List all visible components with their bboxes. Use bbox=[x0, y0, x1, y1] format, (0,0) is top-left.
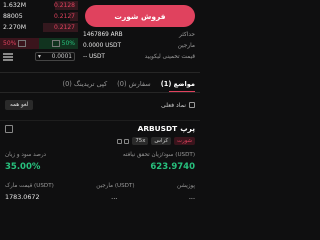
depth-controls: ▾ 0.0001 bbox=[0, 51, 78, 62]
unrealized-pnl-label: سود/زیان تحقق نیافته (USDT) bbox=[122, 152, 195, 158]
order-book-row[interactable]: 1.632M 0.2128 bbox=[0, 0, 78, 11]
share-icon[interactable] bbox=[5, 125, 13, 133]
order-book-row[interactable]: 88005 0.2127 bbox=[0, 11, 78, 22]
max-amount-row: 1467869 ARB حداکثر bbox=[83, 32, 195, 38]
tab-copy-trading[interactable]: کپی تریدینگ (0) bbox=[62, 80, 107, 88]
sell-short-button[interactable]: فروش شورت bbox=[85, 5, 195, 27]
order-amount: 1.632M bbox=[3, 2, 27, 9]
order-price: 0.2127 bbox=[54, 13, 75, 20]
tab-bar: مواضع (1) سفارش (0) کپی تریدینگ (0) bbox=[0, 77, 200, 91]
divider bbox=[0, 120, 200, 121]
sell-ratio: 50% bbox=[0, 38, 39, 49]
leverage-badge[interactable]: 75x bbox=[132, 137, 149, 145]
margin-value: 0.0000 USDT bbox=[83, 43, 122, 49]
max-amount-value: 1467869 ARB bbox=[83, 32, 123, 38]
margin-label: مارجین bbox=[177, 43, 195, 49]
order-book: 1.632M 0.2128 88005 0.2127 2.270M 0.2127 bbox=[0, 0, 78, 33]
liquidation-label: قیمت تخمینی لیکویید bbox=[144, 54, 195, 60]
order-amount: 88005 bbox=[3, 13, 23, 20]
sell-percent: 50% bbox=[3, 40, 17, 47]
side-badge: شورت bbox=[174, 137, 195, 145]
order-book-row[interactable]: 2.270M 0.2127 bbox=[0, 22, 78, 33]
order-book-layout-icon[interactable] bbox=[3, 52, 13, 61]
margin-row: 0.0000 USDT مارجین bbox=[83, 43, 195, 49]
filter-row: نماد فعلی لغو همه bbox=[5, 99, 195, 111]
order-amount: 2.270M bbox=[3, 24, 27, 31]
unrealized-pnl-value: 623.9740 bbox=[150, 162, 195, 172]
checkbox-icon bbox=[189, 102, 195, 108]
pnl-values: 35.00% 623.9740 bbox=[5, 162, 195, 172]
divider bbox=[0, 92, 200, 93]
depth-select[interactable]: ▾ 0.0001 bbox=[35, 52, 75, 61]
mark-price-value: 1783.0672 bbox=[5, 193, 40, 201]
margin-mode-badge: کراس bbox=[151, 137, 172, 145]
position-detail-labels: قیمت مارک (USDT) مارجین (USDT) پوزیشن bbox=[5, 183, 195, 189]
position-title[interactable]: پرپ ARBUSDT bbox=[138, 124, 195, 133]
ratio-icon bbox=[18, 40, 27, 47]
tab-orders[interactable]: سفارش (0) bbox=[117, 80, 151, 88]
max-amount-label: حداکثر bbox=[179, 32, 195, 38]
ratio-icon bbox=[51, 40, 60, 47]
current-symbol-label: نماد فعلی bbox=[160, 101, 186, 109]
info-icon[interactable] bbox=[124, 138, 130, 144]
depth-value: 0.0001 bbox=[51, 53, 72, 60]
liquidation-value: -- USDT bbox=[83, 54, 105, 60]
current-symbol-checkbox[interactable]: نماد فعلی bbox=[161, 102, 195, 109]
buy-percent: 50% bbox=[61, 40, 75, 47]
liquidation-row: -- USDT قیمت تخمینی لیکویید bbox=[83, 54, 195, 60]
position-symbol: ARBUSDT bbox=[137, 124, 178, 133]
roi-label: درصد سود و زیان bbox=[5, 152, 47, 158]
edit-icon[interactable] bbox=[117, 138, 123, 144]
chevron-down-icon: ▾ bbox=[38, 53, 41, 60]
buy-sell-ratio: 50% 50% bbox=[0, 38, 78, 49]
position-detail-values: 1783.0672 ... ... bbox=[5, 193, 195, 201]
mark-price-label: قیمت مارک (USDT) bbox=[5, 183, 54, 189]
pnl-labels: درصد سود و زیان سود/زیان تحقق نیافته (US… bbox=[5, 152, 195, 158]
margin-label: مارجین (USDT) bbox=[96, 183, 135, 189]
badge-icons bbox=[117, 138, 130, 144]
margin-value: ... bbox=[111, 193, 118, 201]
order-price: 0.2127 bbox=[54, 24, 75, 31]
buy-ratio: 50% bbox=[39, 38, 78, 49]
size-label: پوزیشن bbox=[177, 183, 195, 189]
order-price: 0.2128 bbox=[54, 2, 75, 9]
tab-positions[interactable]: مواضع (1) bbox=[161, 80, 195, 88]
divider bbox=[0, 72, 200, 73]
cancel-all-button[interactable]: لغو همه bbox=[5, 100, 34, 110]
position-type: پرپ bbox=[180, 124, 195, 133]
position-badges: شورت کراس 75x bbox=[117, 137, 195, 145]
size-value: ... bbox=[188, 193, 195, 201]
roi-value: 35.00% bbox=[5, 162, 41, 172]
